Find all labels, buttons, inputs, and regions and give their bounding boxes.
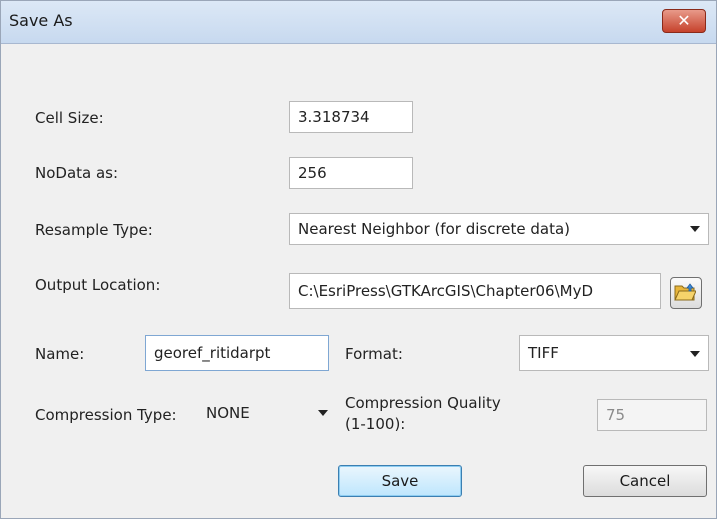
name-label: Name: <box>35 345 85 363</box>
close-button[interactable]: ✕ <box>662 9 706 33</box>
compression-quality-label-line1: Compression Quality <box>345 394 501 412</box>
browse-button[interactable] <box>670 277 702 309</box>
compression-type-select[interactable]: NONE <box>197 397 337 429</box>
chevron-down-icon <box>690 226 700 232</box>
format-label: Format: <box>345 345 403 363</box>
cell-size-label-text: Cell Size: <box>35 109 104 127</box>
save-as-dialog: Save As ✕ Cell Size: 3.318734 NoData as:… <box>0 0 717 519</box>
chevron-down-icon <box>690 351 700 357</box>
title-bar[interactable]: Save As ✕ <box>1 1 716 44</box>
folder-open-icon <box>674 283 696 301</box>
close-icon: ✕ <box>677 11 691 30</box>
save-button[interactable]: Save <box>338 465 462 497</box>
compression-type-value: NONE <box>206 404 250 422</box>
resample-type-select[interactable]: Nearest Neighbor (for discrete data) <box>289 213 709 245</box>
cell-size-label: Cell Size: <box>35 109 104 127</box>
resample-type-value: Nearest Neighbor (for discrete data) <box>298 220 571 238</box>
nodata-label: NoData as: <box>35 164 119 182</box>
window-title: Save As <box>9 11 73 30</box>
output-location-input[interactable]: C:\EsriPress\GTKArcGIS\Chapter06\MyD <box>289 273 661 309</box>
compression-quality-input[interactable]: 75 <box>597 399 707 431</box>
format-select[interactable]: TIFF <box>519 335 709 371</box>
cell-size-input[interactable]: 3.318734 <box>289 101 413 133</box>
cancel-button[interactable]: Cancel <box>583 465 707 497</box>
chevron-down-icon <box>318 410 328 416</box>
compression-quality-label-line2: (1-100): <box>345 415 406 433</box>
format-value: TIFF <box>528 344 559 362</box>
nodata-input[interactable]: 256 <box>289 157 413 189</box>
output-location-label: Output Location: <box>35 276 161 294</box>
compression-type-label: Compression Type: <box>35 406 177 424</box>
name-input[interactable]: georef_ritidarpt <box>145 335 329 371</box>
resample-type-label: Resample Type: <box>35 221 153 239</box>
